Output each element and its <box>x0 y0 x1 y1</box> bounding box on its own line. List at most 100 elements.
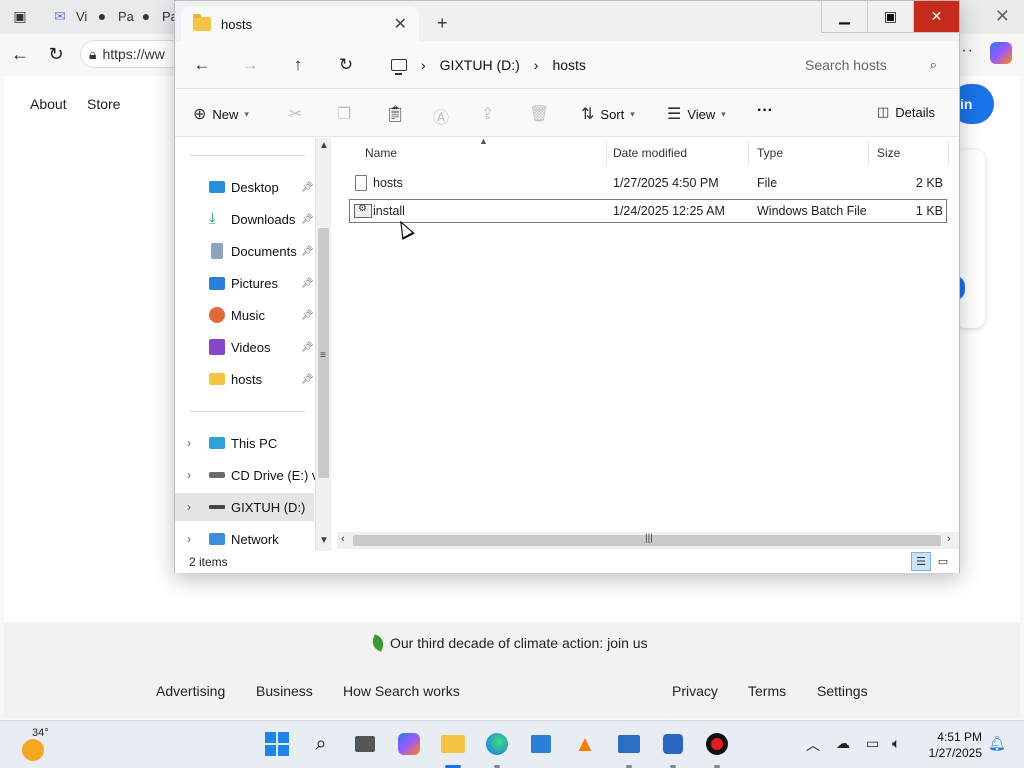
back-icon[interactable]: ← <box>191 54 213 76</box>
scroll-left-icon[interactable]: ‹ <box>341 533 345 545</box>
weather-widget[interactable]: 34° <box>20 727 50 763</box>
record-icon[interactable] <box>704 731 730 757</box>
tiles-view-icon[interactable]: ▭ <box>933 552 953 571</box>
nav-item-desktop[interactable]: Desktop 📌︎ <box>175 173 315 201</box>
delete-button[interactable]: 🗑︎ <box>529 104 549 124</box>
network-icon[interactable]: ▭ <box>866 735 879 752</box>
app-icon[interactable] <box>660 731 686 757</box>
paste-button[interactable]: 📋︎ <box>385 104 405 124</box>
notification-bell-icon[interactable]: 🔔︎ <box>988 735 1006 752</box>
nav-item-gixtuh-drive[interactable]: › GIXTUH (D:) <box>175 493 314 521</box>
nav-item-cd-drive[interactable]: › CD Drive (E:) virt <box>175 461 329 489</box>
footer-how-search-works-link[interactable]: How Search works <box>343 683 460 699</box>
refresh-icon[interactable]: ↻ <box>335 54 357 76</box>
browser-close-icon[interactable]: ✕ <box>995 6 1010 27</box>
horizontal-scrollbar[interactable]: ‹ ||| › <box>337 532 959 549</box>
cut-button[interactable]: ✂ <box>289 104 302 124</box>
sort-button[interactable]: ⇅ Sort ▾ <box>581 104 635 124</box>
column-header-name[interactable]: Name <box>357 141 607 165</box>
search-box[interactable]: Search hosts ⌕ <box>785 48 951 82</box>
details-view-icon[interactable]: ☰ <box>911 552 931 571</box>
edge-icon[interactable] <box>484 731 510 757</box>
rename-button[interactable]: Ⓐ <box>433 104 449 128</box>
scroll-down-icon[interactable]: ▼ <box>319 535 329 546</box>
new-tab-icon[interactable]: + <box>437 13 448 34</box>
github-icon[interactable]: ● <box>136 6 156 26</box>
footer-advertising-link[interactable]: Advertising <box>156 683 225 699</box>
nav-item-this-pc[interactable]: › This PC <box>175 429 315 457</box>
column-header-type[interactable]: Type <box>749 141 869 165</box>
nav-item-documents[interactable]: Documents 📌︎ <box>175 237 315 265</box>
image-viewer-icon[interactable] <box>616 731 642 757</box>
scroll-up-icon[interactable]: ▲ <box>319 140 329 151</box>
details-button[interactable]: ◫ Details <box>877 104 935 120</box>
chevron-right-icon[interactable]: › <box>187 500 191 514</box>
copilot-icon[interactable] <box>396 731 422 757</box>
climate-banner[interactable]: Our third decade of climate action: join… <box>369 634 648 652</box>
nav-store-link[interactable]: Store <box>87 96 120 112</box>
nav-item-label: Downloads <box>231 211 296 227</box>
copy-button[interactable]: ❐ <box>337 104 351 124</box>
sort-icon: ⇅ <box>581 106 595 123</box>
tab-title: hosts <box>221 16 253 32</box>
grip-icon: ||| <box>645 533 653 544</box>
back-arrow-icon[interactable]: ← <box>8 42 32 66</box>
nav-about-link[interactable]: About <box>30 96 67 112</box>
new-button[interactable]: ⊕ New ▾ <box>193 104 249 124</box>
copilot-icon[interactable] <box>990 42 1012 64</box>
chevron-right-icon[interactable]: › <box>187 468 191 482</box>
vlc-icon[interactable]: ▲ <box>572 731 598 757</box>
file-explorer-taskbar-icon[interactable] <box>440 731 466 757</box>
breadcrumb[interactable]: › GIXTUH (D:) › hosts <box>383 48 779 82</box>
file-size: 1 KB <box>915 204 943 218</box>
file-row[interactable]: hosts 1/27/2025 4:50 PM File 2 KB <box>349 171 947 195</box>
footer-privacy-link[interactable]: Privacy <box>672 683 718 699</box>
view-button[interactable]: ☰ View ▾ <box>667 104 726 124</box>
refresh-icon[interactable]: ↻ <box>44 42 68 66</box>
file-row-selected[interactable]: install 1/24/2025 12:25 AM Windows Batch… <box>349 199 947 223</box>
search-icon[interactable]: ⌕ <box>308 731 334 757</box>
footer-terms-link[interactable]: Terms <box>748 683 786 699</box>
github-icon[interactable]: ● <box>92 6 112 26</box>
minimize-button[interactable]: ▁ <box>821 1 867 33</box>
nav-item-downloads[interactable]: ⤓ Downloads 📌︎ <box>175 205 315 233</box>
nav-item-label: Network <box>231 531 279 547</box>
up-icon[interactable]: ↑ <box>287 54 309 76</box>
chevron-right-icon[interactable]: › <box>187 532 191 546</box>
task-view-icon[interactable] <box>352 731 378 757</box>
chevron-right-icon[interactable]: › <box>187 436 191 450</box>
clock[interactable]: 4:51 PM 1/27/2025 <box>914 729 982 761</box>
close-tab-icon[interactable]: ✕ <box>394 14 407 34</box>
nav-item-pictures[interactable]: Pictures 📌︎ <box>175 269 315 297</box>
footer-settings-link[interactable]: Settings <box>817 683 868 699</box>
breadcrumb-folder[interactable]: hosts <box>552 57 585 73</box>
maximize-button[interactable]: ▣ <box>867 1 913 33</box>
nav-item-videos[interactable]: Videos 📌︎ <box>175 333 315 361</box>
forward-icon[interactable]: → <box>239 54 261 76</box>
close-button[interactable]: ✕ <box>913 1 959 33</box>
browser-tab-1[interactable]: Vi <box>76 9 87 24</box>
chevron-up-icon[interactable]: ︿ <box>806 735 820 755</box>
footer-business-link[interactable]: Business <box>256 683 313 699</box>
onedrive-icon[interactable]: ☁ <box>836 735 850 752</box>
explorer-tab[interactable]: hosts ✕ <box>181 7 419 41</box>
nav-scrollbar[interactable]: ▲ ≡ ▼ <box>315 138 331 551</box>
volume-muted-icon[interactable]: 🔈︎ <box>892 735 900 752</box>
nav-item-hosts[interactable]: hosts 📌︎ <box>175 365 315 393</box>
tab-actions-icon[interactable]: ▣ <box>10 6 30 26</box>
start-button[interactable] <box>264 731 290 757</box>
tab-favicon-icon[interactable]: ✉ <box>50 6 70 26</box>
store-icon[interactable] <box>528 731 554 757</box>
browser-tab-2[interactable]: Pa <box>118 9 134 24</box>
share-button[interactable]: ⇪ <box>481 104 494 124</box>
file-size: 2 KB <box>915 176 943 190</box>
nav-item-music[interactable]: Music 📌︎ <box>175 301 315 329</box>
more-options-button[interactable]: ··· <box>757 102 773 120</box>
breadcrumb-drive[interactable]: GIXTUH (D:) <box>440 57 520 73</box>
this-pc-icon <box>391 59 407 75</box>
scroll-right-icon[interactable]: › <box>947 533 951 545</box>
nav-item-network[interactable]: › Network <box>175 525 315 551</box>
column-header-size[interactable]: Size <box>869 141 949 165</box>
plus-circle-icon: ⊕ <box>193 106 207 123</box>
column-header-date[interactable]: Date modified <box>605 141 749 165</box>
